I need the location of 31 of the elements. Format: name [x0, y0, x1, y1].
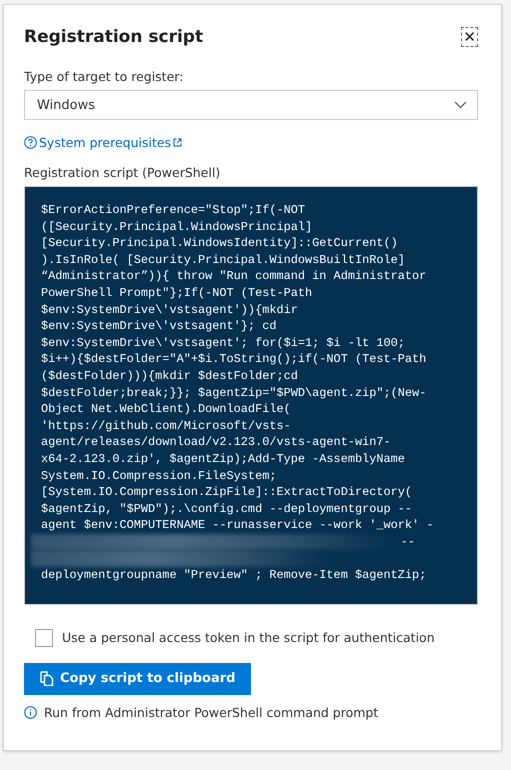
- script-line: $destFolder;break;}}; $agentZip="$PWD\agent.zip";(New-: [41, 384, 428, 402]
- script-line: System.IO.Compression.FileSystem;: [41, 468, 278, 484]
- script-line: Object Net.WebClient).DownloadFile(: [41, 401, 292, 418]
- script-line: ($destFolder))){mkdir $destFolder;cd: [41, 368, 299, 385]
- script-line: agent $env:COMPUTERNAME --runasservice --work '_work' -: [41, 517, 434, 534]
- script-line: $env:SystemDrive\'vstsagent')){mkdir: [41, 302, 299, 318]
- script-line: agent/releases/download/v2.123.0/vsts-agent-win7-: [41, 434, 392, 451]
- script-label: Registration script (PowerShell): [24, 165, 222, 180]
- hint-text: Run from Administrator PowerShell command prompt: [44, 704, 378, 720]
- script-line: x64-2.123.0.zip', $agentZip);Add-Type -AssemblyName: [41, 450, 406, 468]
- script-line: deploymentgroupname "Preview" ; Remove-Item $agentZip;: [41, 567, 428, 584]
- script-line: 'https://github.com/Microsoft/vsts-: [41, 418, 292, 434]
- script-line: --: [400, 534, 415, 550]
- script-line: $agentZip, "$PWD");.\config.cmd --deploymentgroup --: [41, 500, 414, 518]
- script-line: $env:SystemDrive\'vstsagent'; for($i=1; $i -lt 100;: [41, 334, 406, 352]
- script-line: PowerShell Prompt"};If(-NOT (Test-Path: [41, 284, 314, 302]
- script-line: $i++){$destFolder="A"+$i.ToString();if(-NOT (Test-Path: [41, 351, 428, 368]
- checkbox-label: Use a personal access token in the script for authentication: [62, 630, 435, 646]
- dialog-title: Registration script: [24, 27, 204, 47]
- script-line: [System.IO.Compression.ZipFile]::ExtractToDirectory(: [41, 484, 414, 501]
- script-line: $ErrorActionPreference="Stop";If(-NOT: [41, 202, 306, 219]
- target-type-label: Type of target to register:: [24, 69, 184, 84]
- copy-script-button[interactable]: Copy script to clipboard: [24, 662, 252, 695]
- close-button[interactable]: ✕: [461, 27, 478, 47]
- target-type-dropdown[interactable]: Windows: [24, 90, 478, 120]
- script-line: ([Security.Principal.WindowsPrincipal]: [41, 218, 314, 236]
- system-prerequisites-link[interactable]: System prerequisites: [24, 135, 182, 150]
- script-line: “Administrator”)){ throw "Run command in Administrator: [41, 268, 428, 285]
- script-line: ).IsInRole( [Security.Principal.WindowsBuiltInRole]: [41, 252, 406, 268]
- script-line: $env:SystemDrive\'vstsagent'}; cd: [41, 318, 278, 335]
- script-line: [Security.Principal.WindowsIdentity]::GetCurrent(): [41, 235, 399, 252]
